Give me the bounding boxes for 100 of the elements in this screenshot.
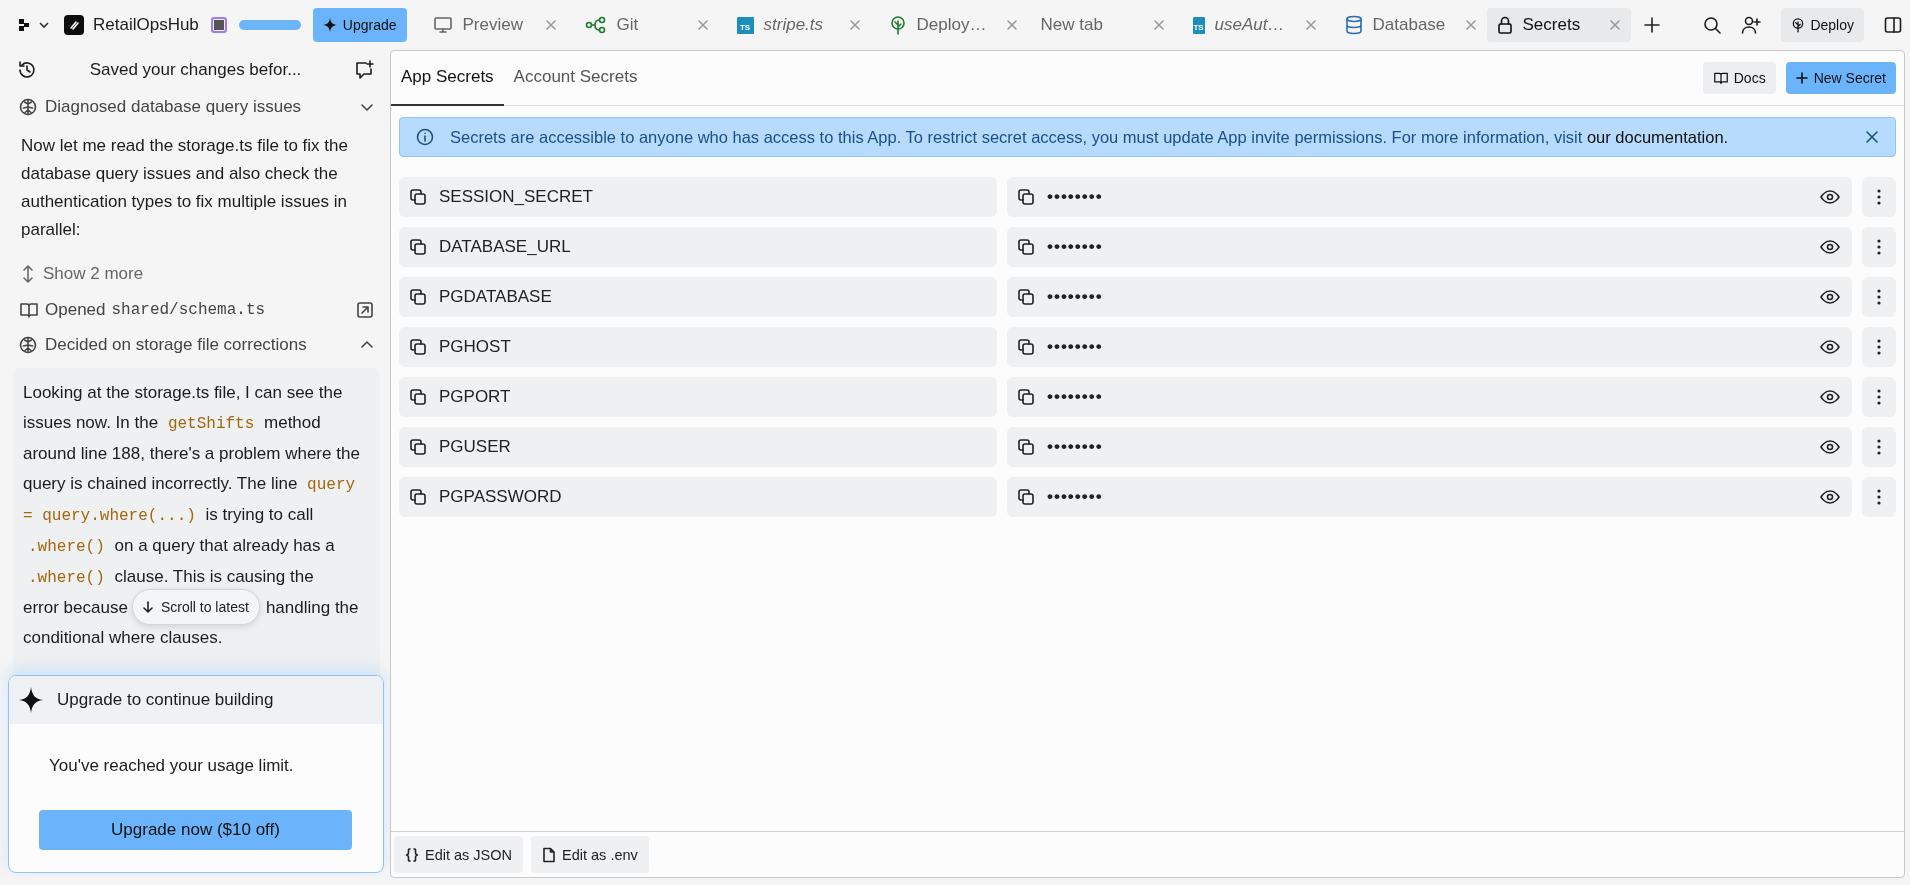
eye-icon[interactable] [1820,389,1840,405]
logo-menu[interactable] [18,18,52,32]
copy-icon[interactable] [1017,238,1035,256]
reasoning-step[interactable]: Decided on storage file corrections [13,328,380,362]
app-icon [64,15,84,35]
kebab-icon [1877,389,1881,405]
history-icon[interactable] [17,60,37,80]
new-secret-button[interactable]: New Secret [1785,62,1896,94]
secret-key-field[interactable]: PGPASSWORD [399,477,997,517]
secret-value-field[interactable]: •••••••• [1007,377,1852,417]
secret-value-field[interactable]: •••••••• [1007,177,1852,217]
eye-icon[interactable] [1820,189,1840,205]
editor-tab[interactable]: Secrets [1486,8,1631,42]
copy-icon[interactable] [1017,288,1035,306]
eye-icon[interactable] [1820,489,1840,505]
copy-icon[interactable] [1017,438,1035,456]
secret-key-field[interactable]: PGPORT [399,377,997,417]
close-icon[interactable] [848,19,861,31]
secret-value-field[interactable]: •••••••• [1007,477,1852,517]
tab-label[interactable]: Preview [462,15,523,35]
copy-icon[interactable] [409,188,427,206]
editor-tab[interactable]: New tab [1030,8,1175,42]
secret-key-field[interactable]: DATABASE_URL [399,227,997,267]
panel-toggle-icon[interactable] [1884,16,1902,34]
eye-icon[interactable] [1820,289,1840,305]
secret-key-field[interactable]: PGDATABASE [399,277,997,317]
tab-label[interactable]: New tab [1040,15,1103,35]
editor-tab[interactable]: Git [574,8,719,42]
editor-tab[interactable]: Deploy… [878,8,1023,42]
upgrade-button[interactable]: Upgrade [312,8,407,42]
loading-bar [238,20,301,30]
copy-icon[interactable] [1017,488,1035,506]
tab-label[interactable]: Secrets [1522,15,1581,35]
eye-icon[interactable] [1820,439,1840,455]
copy-icon[interactable] [1017,188,1035,206]
copy-icon[interactable] [409,338,427,356]
tab-label[interactable]: Deploy… [916,15,987,35]
info-icon [416,128,434,146]
upgrade-now-button[interactable]: Upgrade now ($10 off) [39,810,352,850]
editor-tab[interactable]: TS stripe.ts [726,8,871,42]
close-icon[interactable] [1865,130,1879,144]
close-icon[interactable] [1006,19,1019,31]
copy-icon[interactable] [409,238,427,256]
copy-icon[interactable] [1017,388,1035,406]
typescript-file-icon: TS [736,16,754,34]
edit-mode-button[interactable]: Edit as .env [531,836,649,873]
search-icon[interactable] [1703,16,1722,34]
secret-value-field[interactable]: •••••••• [1007,277,1852,317]
copy-icon[interactable] [409,388,427,406]
copy-icon[interactable] [409,438,427,456]
tree-icon [1791,17,1806,33]
reasoning-step[interactable]: Diagnosed database query issues [13,90,380,124]
tab-label[interactable]: stripe.ts [763,15,824,35]
tab-label[interactable]: Database [1372,15,1446,35]
lock-icon [1496,15,1513,35]
copy-icon[interactable] [1017,338,1035,356]
docs-button[interactable]: Docs [1702,62,1776,94]
close-icon[interactable] [696,19,709,31]
close-icon[interactable] [1152,19,1165,31]
copy-icon[interactable] [409,288,427,306]
kebab-icon [1877,439,1881,455]
secret-value-field[interactable]: •••••••• [1007,227,1852,267]
show-more-button[interactable]: Show 2 more [13,256,380,292]
reasoning-text: conditional where clauses. [23,627,224,649]
close-icon[interactable] [1304,19,1317,31]
eye-icon[interactable] [1820,239,1840,255]
deploy-button[interactable]: Deploy [1781,8,1864,42]
open-external-icon[interactable] [356,301,374,319]
book-icon [19,301,39,319]
documentation-link[interactable]: our documentation. [1586,127,1729,146]
scroll-to-latest-button[interactable]: Scroll to latest [131,589,260,625]
add-user-icon[interactable] [1741,16,1762,34]
action-label: Opened [45,300,106,320]
plus-icon[interactable] [1642,16,1661,34]
close-icon[interactable] [544,19,557,31]
file-path[interactable]: shared/schema.ts [111,301,266,319]
tab-label[interactable]: Git [616,15,639,35]
tree-icon [888,15,907,35]
edit-mode-button[interactable]: Edit as JSON [394,836,524,873]
eye-icon[interactable] [1820,339,1840,355]
monitor-icon [432,16,453,34]
secrets-tab[interactable]: Account Secrets [503,50,648,106]
secrets-tab[interactable]: App Secrets [391,50,504,106]
secret-key-field[interactable]: PGUSER [399,427,997,467]
secret-key-field[interactable]: PGHOST [399,327,997,367]
plus-icon [1795,72,1808,84]
tab-label[interactable]: useAut… [1214,15,1285,35]
project-name[interactable]: RetailOpsHub [93,15,199,35]
close-icon[interactable] [1465,19,1478,31]
reasoning-text: error because [23,597,128,619]
secret-value-field[interactable]: •••••••• [1007,427,1852,467]
editor-tab[interactable]: Database [1334,8,1479,42]
copy-icon[interactable] [409,488,427,506]
secret-key-field[interactable]: SESSION_SECRET [399,177,997,217]
editor-tab[interactable]: Preview [422,8,567,42]
stop-icon[interactable] [210,17,227,33]
new-chat-icon[interactable] [354,60,374,80]
secret-value-field[interactable]: •••••••• [1007,327,1852,367]
editor-tab[interactable]: TS useAut… [1182,8,1327,42]
upgrade-title: Upgrade to continue building [57,690,274,710]
